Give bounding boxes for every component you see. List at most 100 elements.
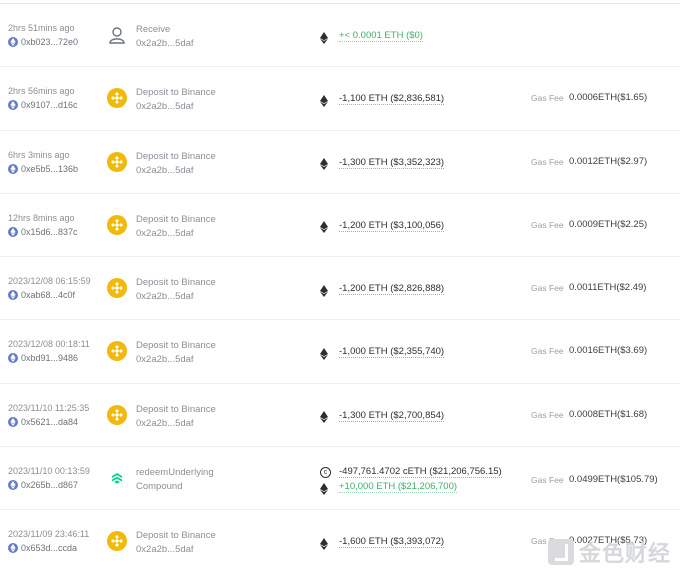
eth-token-icon [320, 482, 328, 495]
tx-counterparty-link[interactable]: 0x2a2b...5daf [136, 38, 194, 49]
transaction-row[interactable]: 12hrs 8mins ago 0x15d6...837c Deposit to B… [0, 194, 680, 258]
tx-action-name: Deposit to Binance [136, 340, 216, 352]
eth-token-icon [320, 347, 328, 360]
tx-hash-line: 0x9107...d16c [8, 100, 78, 111]
tx-counterparty-link[interactable]: 0x2a2b...5daf [136, 101, 194, 112]
tx-counterparty-link[interactable]: 0x2a2b...5daf [136, 544, 194, 555]
tx-hash-line: 0xbd91...9486 [8, 353, 78, 364]
tx-hash-line: 0x653d...ccda [8, 543, 77, 554]
gas-fee-value: 0.0009ETH($2.25) [569, 218, 648, 230]
tx-amount-value[interactable]: +10,000 ETH ($21,206,700) [339, 481, 458, 494]
tx-amount-column: -1,300 ETH ($3,352,323) [320, 131, 530, 193]
tx-amount-value[interactable]: -1,200 ETH ($2,826,888) [339, 283, 445, 296]
tx-timestamp: 2023/12/08 00:18:11 [8, 339, 90, 350]
tx-amount-column: -1,000 ETH ($2,355,740) [320, 320, 530, 382]
gas-fee-label: Gas Fee [531, 156, 564, 167]
ethereum-chain-icon [8, 226, 18, 237]
transaction-row[interactable]: 2023/12/08 06:15:59 0xab68...4c0f Deposit … [0, 257, 680, 321]
tx-amount-value[interactable]: -1,300 ETH ($2,700,854) [339, 410, 445, 422]
tx-amount-line: +< 0.0001 ETH ($0) [320, 30, 423, 44]
transaction-row[interactable]: 2023/12/08 00:18:11 0xbd91...9486 Deposit … [0, 320, 680, 384]
tx-hash-line: 0x15d6...837c [8, 226, 78, 237]
binance-icon [107, 151, 127, 172]
tx-counterparty-link[interactable]: Compound [136, 481, 182, 492]
tx-amount-value[interactable]: -497,761.4702 cETH ($21,206,756.15) [339, 466, 502, 479]
tx-amount-line: -1,300 ETH ($3,352,323) [320, 157, 445, 171]
gas-fee-label: Gas Fee [531, 346, 564, 357]
tx-amount-line: c -497,761.4702 cETH ($21,206,756.15) [320, 466, 502, 479]
tx-amount-value[interactable]: -1,300 ETH ($3,352,323) [339, 157, 445, 169]
tx-counterparty-link[interactable]: 0x2a2b...5daf [136, 228, 194, 239]
tx-hash-link[interactable]: 0x5621...da84 [21, 417, 78, 427]
tx-time-column: 12hrs 8mins ago 0x15d6...837c [8, 194, 108, 256]
transaction-row[interactable]: 2023/11/10 11:25:35 0x5621...da84 Deposit … [0, 384, 680, 448]
gas-fee-value: 0.0016ETH($3.69) [569, 345, 648, 357]
tx-hash-link[interactable]: 0x653d...ccda [21, 543, 77, 553]
tx-action-column: Deposit to Binance 0x2a2b...5daf [107, 510, 307, 573]
tx-timestamp: 2hrs 51mins ago [8, 23, 75, 33]
eth-token-icon [320, 220, 328, 234]
tx-amount-line: +10,000 ETH ($21,206,700) [320, 481, 458, 495]
tx-hash-link[interactable]: 0xb023...72e0 [21, 37, 78, 47]
tx-amount-line: -1,200 ETH ($3,100,056) [320, 220, 445, 234]
tx-hash-link[interactable]: 0x9107...d16c [21, 100, 78, 110]
ethereum-chain-icon [8, 416, 18, 427]
tx-hash-link[interactable]: 0x15d6...837c [21, 227, 78, 237]
tx-hash-line: 0xb023...72e0 [8, 37, 78, 47]
tx-time-column: 2023/11/10 11:25:35 0x5621...da84 [8, 384, 108, 446]
tx-action-name: Deposit to Binance [136, 87, 216, 99]
tx-amount-value[interactable]: -1,100 ETH ($2,836,581) [339, 93, 445, 106]
tx-action-name: Receive [136, 24, 171, 35]
tx-counterparty-link[interactable]: 0x2a2b...5daf [136, 354, 194, 365]
tx-counterparty-link[interactable]: 0x2a2b...5daf [136, 165, 194, 176]
tx-amount-value[interactable]: -1,200 ETH ($3,100,056) [339, 220, 445, 232]
tx-gas-column: Gas Fee 0.0499ETH($105.79) [531, 447, 680, 509]
tx-timestamp: 6hrs 3mins ago [8, 149, 70, 160]
tx-amount-column: c -497,761.4702 cETH ($21,206,756.15) +10,… [320, 447, 530, 509]
tx-timestamp: 2hrs 56mins ago [8, 86, 75, 97]
tx-action-name: Deposit to Binance [136, 150, 216, 162]
binance-icon [107, 341, 127, 362]
tx-hash-link[interactable]: 0x265b...d867 [21, 480, 78, 490]
transaction-row[interactable]: 2hrs 51mins ago 0xb023...72e0 Receive 0x2a2… [0, 4, 680, 68]
tx-gas-column: Gas Fee 0.0008ETH($1.68) [531, 384, 680, 446]
tx-hash-link[interactable]: 0xbd91...9486 [21, 353, 78, 363]
tx-time-column: 2023/12/08 06:15:59 0xab68...4c0f [8, 257, 108, 319]
transaction-list: 2hrs 51mins ago 0xb023...72e0 Receive 0x2a2… [0, 4, 680, 574]
tx-gas-column: Gas Fee 0.0011ETH($2.49) [531, 257, 680, 319]
gas-fee-value: 0.0011ETH($2.49) [569, 282, 647, 294]
gas-fee-value: 0.0008ETH($1.68) [569, 408, 648, 420]
tx-timestamp: 2023/12/08 06:15:59 [8, 276, 91, 287]
transaction-row[interactable]: 6hrs 3mins ago 0xe5b5...136b Deposit to Bi… [0, 131, 680, 194]
tx-amount-line: -1,200 ETH ($2,826,888) [320, 283, 445, 297]
tx-time-column: 2023/12/08 00:18:11 0xbd91...9486 [8, 320, 108, 382]
tx-action-column: Deposit to Binance 0x2a2b...5daf [107, 67, 307, 129]
transaction-row[interactable]: 2hrs 56mins ago 0x9107...d16c Deposit to B… [0, 67, 680, 131]
tx-counterparty-link[interactable]: 0x2a2b...5daf [136, 418, 194, 429]
gas-fee-value: 0.0012ETH($2.97) [569, 155, 648, 167]
tx-gas-column: Gas Fee 0.0016ETH($3.69) [531, 320, 680, 382]
tx-hash-link[interactable]: 0xe5b5...136b [21, 164, 78, 174]
gas-fee-label: Gas Fee [531, 219, 564, 230]
gas-fee-value: 0.0006ETH($1.65) [569, 92, 648, 104]
compound-icon [107, 468, 127, 488]
eth-token-icon [320, 410, 328, 424]
tx-time-column: 2hrs 51mins ago 0xb023...72e0 [8, 4, 108, 66]
eth-token-icon [320, 94, 328, 107]
tx-amount-value[interactable]: -1,000 ETH ($2,355,740) [339, 346, 445, 359]
eth-token-icon [320, 157, 328, 171]
tx-amount-column: -1,200 ETH ($3,100,056) [320, 194, 530, 256]
tx-amount-value[interactable]: +< 0.0001 ETH ($0) [339, 30, 423, 42]
tx-amount-line: -1,600 ETH ($3,393,072) [320, 536, 445, 550]
tx-hash-link[interactable]: 0xab68...4c0f [21, 290, 75, 300]
tx-action-column: Deposit to Binance 0x2a2b...5daf [107, 257, 307, 319]
transaction-row[interactable]: 2023/11/10 00:13:59 0x265b...d867 redeemUn… [0, 447, 680, 511]
watermark-text: 金色财经 [579, 542, 672, 567]
gas-fee-value: 0.0499ETH($105.79) [569, 474, 658, 486]
tx-timestamp: 2023/11/09 23:46:11 [8, 529, 90, 540]
tx-timestamp: 2023/11/10 00:13:59 [8, 466, 90, 477]
binance-icon [107, 214, 127, 235]
tx-timestamp: 12hrs 8mins ago [8, 212, 75, 223]
tx-amount-value[interactable]: -1,600 ETH ($3,393,072) [339, 536, 445, 549]
tx-counterparty-link[interactable]: 0x2a2b...5daf [136, 291, 194, 302]
